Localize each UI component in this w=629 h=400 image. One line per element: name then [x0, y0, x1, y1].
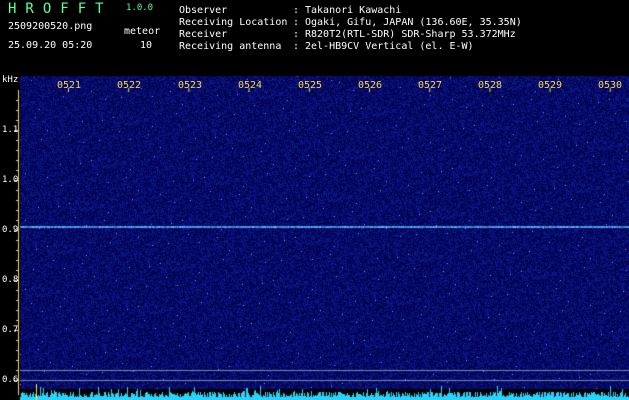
meteor-count: 10 — [140, 40, 153, 51]
antenna-value: 2el-HB9CV Vertical (el. E-W) — [305, 41, 474, 52]
receiver-label: Receiver — [179, 29, 228, 40]
receiver-value: R820T2(RTL-SDR) SDR-Sharp 53.372MHz — [305, 29, 516, 40]
receiver-colon: : — [293, 29, 300, 40]
time-tick: 0526 — [358, 80, 383, 91]
freq-tick: 0.9 — [2, 225, 19, 235]
observer-value: Takanori Kawachi — [305, 5, 402, 16]
location-colon: : — [293, 17, 300, 28]
time-tick: 0530 — [598, 80, 623, 91]
file-name: 2509200520.png — [8, 21, 93, 32]
time-tick: 0523 — [178, 80, 203, 91]
freq-unit-label: kHz — [2, 75, 19, 85]
antenna-colon: : — [293, 41, 300, 52]
time-tick: 0525 — [298, 80, 323, 91]
time-tick: 0529 — [538, 80, 563, 91]
freq-tick: 0.6 — [2, 375, 19, 385]
time-tick: 0527 — [418, 80, 443, 91]
time-tick: 0528 — [478, 80, 503, 91]
observer-colon: : — [293, 5, 300, 16]
app-title: HROFFT — [8, 1, 113, 17]
freq-tick: 0.8 — [2, 275, 19, 285]
location-label: Receiving Location — [179, 17, 288, 28]
antenna-label: Receiving antenna — [179, 41, 282, 52]
location-value: Ogaki, Gifu, JAPAN (136.60E, 35.35N) — [305, 17, 522, 28]
time-tick: 0524 — [238, 80, 263, 91]
freq-tick: 1.1 — [2, 125, 19, 135]
file-datetime: 25.09.20 05:20 — [8, 40, 93, 51]
observer-label: Observer — [179, 5, 228, 16]
app-version: 1.0.0 — [126, 3, 154, 13]
meteor-label: meteor — [124, 26, 161, 37]
time-tick: 0521 — [57, 80, 82, 91]
freq-tick: 1.0 — [2, 175, 19, 185]
freq-tick: 0.7 — [2, 325, 19, 335]
time-tick: 0522 — [117, 80, 142, 91]
spectrogram-canvas — [0, 0, 629, 400]
